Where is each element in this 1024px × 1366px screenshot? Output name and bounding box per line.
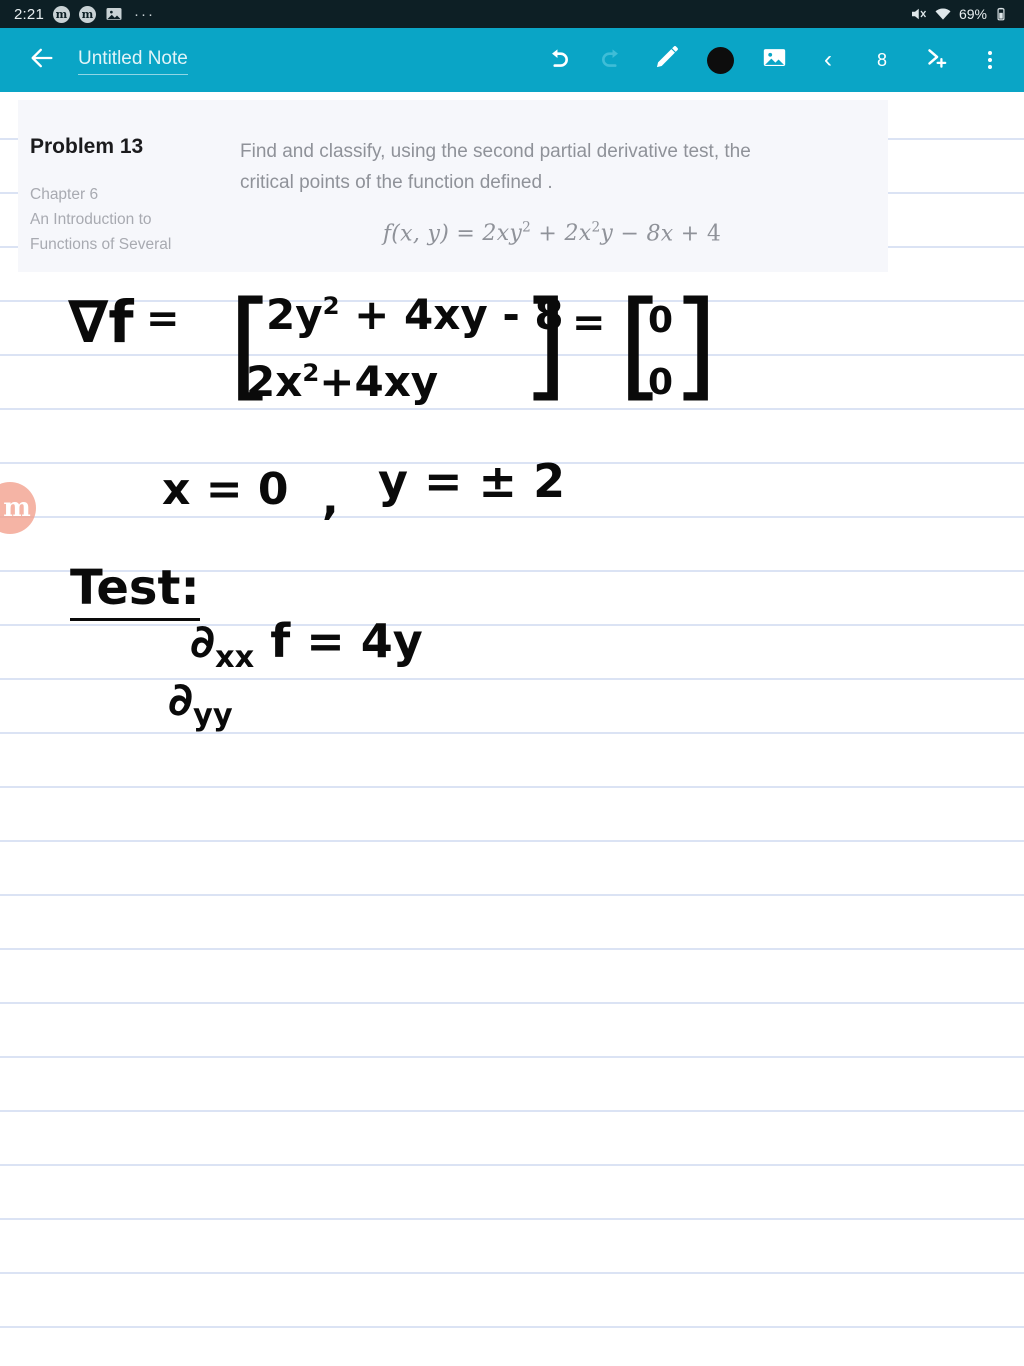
status-bar: 2:21 m m ··· 69% — [0, 0, 1024, 28]
ruled-line — [0, 354, 1024, 356]
image-button[interactable] — [750, 36, 798, 84]
undo-icon — [545, 45, 571, 76]
ruled-line — [0, 408, 1024, 410]
color-swatch-icon — [706, 46, 734, 74]
ruled-line — [0, 1164, 1024, 1166]
ruled-line — [0, 1218, 1024, 1220]
stroke-size-button[interactable]: 8 — [858, 36, 906, 84]
ruled-line — [0, 1002, 1024, 1004]
status-overflow-icon: ··· — [134, 5, 155, 23]
note-title-label: Untitled Note — [78, 47, 188, 69]
ink-vector-row-1: 2y2 + 4xy - 8 — [266, 290, 564, 339]
ruled-line — [0, 300, 1024, 302]
ruled-line — [0, 1110, 1024, 1112]
problem-statement-line-2: critical points of the function defined … — [240, 172, 553, 193]
gallery-icon — [105, 5, 123, 23]
ruled-line — [0, 678, 1024, 680]
more-vertical-icon — [988, 51, 992, 69]
formula-minus: − — [620, 221, 640, 247]
ruled-line — [0, 786, 1024, 788]
back-arrow-icon — [28, 44, 56, 77]
toolbar-actions: ‹ 8 — [534, 36, 1014, 84]
ink-equals-1: = — [146, 296, 180, 342]
add-page-button[interactable] — [912, 36, 960, 84]
formula-lhs: f(x, y) — [382, 221, 450, 247]
problem-body: Find and classify, using the second part… — [240, 134, 864, 272]
ink-bracket-left-open: [ — [228, 275, 275, 413]
chevron-left-icon: ‹ — [824, 46, 832, 73]
status-bar-right: 69% — [909, 5, 1012, 23]
ruled-line — [0, 1272, 1024, 1274]
status-bar-left: 2:21 m m ··· — [14, 5, 155, 23]
pencil-icon — [653, 44, 680, 76]
formula-term-1: 2xy2 — [482, 220, 532, 247]
note-title-field[interactable]: Untitled Note — [78, 46, 188, 75]
ink-zero-row-2: 0 — [648, 362, 674, 403]
ink-bracket-left-close: ] — [522, 275, 569, 413]
stroke-size-label: 8 — [876, 50, 887, 70]
redo-icon — [599, 45, 625, 76]
problem-chapter: Chapter 6 — [30, 186, 99, 203]
ruled-line — [0, 462, 1024, 464]
app-bar: Untitled Note ‹ 8 — [0, 28, 1024, 92]
ruled-line — [0, 894, 1024, 896]
watermark-badge: m — [0, 482, 36, 534]
ink-x-solution: x = 0 — [162, 464, 289, 515]
formula-term-3: 8x — [646, 221, 674, 247]
battery-icon — [994, 5, 1012, 23]
undo-button[interactable] — [534, 36, 582, 84]
formula-plus-2: + — [680, 221, 700, 247]
wifi-icon — [934, 5, 952, 23]
volume-mute-icon — [909, 5, 927, 23]
problem-statement-line-1: Find and classify, using the second part… — [240, 141, 751, 162]
ink-bracket-right-close: ] — [672, 275, 719, 413]
redo-button[interactable] — [588, 36, 636, 84]
problem-book-line-2: Functions of Several — [30, 236, 172, 253]
ink-equals-2: = — [572, 300, 606, 346]
ink-zero-row-1: 0 — [648, 300, 674, 341]
stroke-prev-button[interactable]: ‹ — [804, 36, 852, 84]
arrow-plus-icon — [923, 45, 949, 76]
ink-bracket-right-open: [ — [618, 275, 665, 413]
formula-term-2: 2x2y — [564, 220, 614, 247]
formula-equals: = — [456, 221, 476, 247]
image-icon — [761, 44, 788, 76]
problem-card: Problem 13 Chapter 6 An Introduction to … — [18, 100, 888, 272]
note-page[interactable]: Problem 13 Chapter 6 An Introduction to … — [0, 92, 1024, 1366]
battery-percent-label: 69% — [958, 6, 987, 22]
ruled-line — [0, 948, 1024, 950]
app-circle-m-icon-2: m — [79, 5, 96, 23]
app-circle-m-icon: m — [53, 5, 70, 23]
problem-book-line-1: An Introduction to — [30, 211, 152, 228]
pen-button[interactable] — [642, 36, 690, 84]
problem-title: Problem 13 — [30, 135, 144, 158]
color-button[interactable] — [696, 36, 744, 84]
status-clock: 2:21 — [14, 5, 44, 23]
ruled-line — [0, 624, 1024, 626]
problem-formula: f(x, y) = 2xy2 + 2x2y − 8x + 4 — [240, 220, 864, 246]
overflow-menu-button[interactable] — [966, 36, 1014, 84]
ruled-line — [0, 570, 1024, 572]
ink-grad-f: ∇f — [68, 288, 134, 356]
back-button[interactable] — [20, 38, 64, 82]
handwriting-layer: ∇f = [ 2y2 + 4xy - 8 2x2+4xy ] = [ 0 0 ]… — [0, 92, 1024, 1366]
ruled-line — [0, 1056, 1024, 1058]
ink-vector-row-2: 2x2+4xy — [246, 357, 439, 406]
problem-meta: Problem 13 Chapter 6 An Introduction to … — [30, 134, 240, 272]
formula-term-4: 4 — [706, 221, 722, 247]
formula-plus-1: + — [538, 221, 558, 247]
ink-dyy: ∂yy — [168, 672, 233, 734]
ruled-line — [0, 516, 1024, 518]
watermark-letter: m — [3, 493, 31, 523]
ruled-line — [0, 732, 1024, 734]
ruled-line — [0, 1326, 1024, 1328]
ruled-line — [0, 840, 1024, 842]
